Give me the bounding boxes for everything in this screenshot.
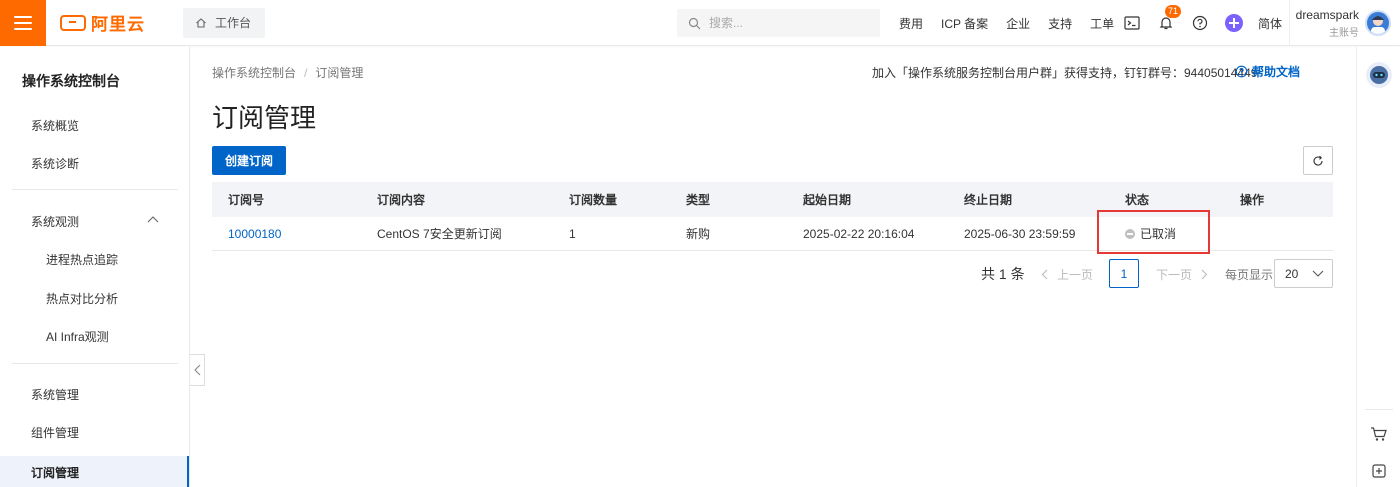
help-circle-icon[interactable] — [1190, 13, 1210, 33]
assistant-robot-icon[interactable] — [1366, 62, 1392, 88]
sidebar-item-manage[interactable]: 系统管理 — [31, 386, 79, 403]
sidebar-item-overview[interactable]: 系统概览 — [31, 117, 79, 134]
column-header: 订阅号 — [228, 193, 265, 207]
table-row: 10000180 CentOS 7安全更新订阅 1 新购 2025-02-22 … — [212, 217, 1333, 251]
status-badge: 已取消 — [1125, 217, 1176, 250]
create-subscription-button[interactable]: 创建订阅 — [212, 146, 286, 175]
pagination-next-label: 下一页 — [1156, 268, 1193, 282]
workbench-label: 工作台 — [215, 16, 252, 30]
brand-logo[interactable]: 阿里云 — [60, 10, 145, 35]
language-switch[interactable]: 简体 — [1258, 15, 1282, 32]
column-header: 操作 — [1240, 193, 1265, 207]
subscription-content: CentOS 7安全更新订阅 — [377, 227, 502, 241]
help-docs-label: 帮助文档 — [1252, 65, 1301, 79]
right-rail — [1356, 47, 1400, 487]
nav-enterprise[interactable]: 企业 — [1006, 15, 1030, 32]
chevron-down-icon — [1312, 270, 1324, 277]
hamburger-icon — [14, 15, 32, 18]
terminal-icon[interactable] — [1122, 13, 1142, 33]
nav-icp[interactable]: ICP 备案 — [941, 15, 988, 32]
pagination-prev-button[interactable]: 上一页 — [1041, 266, 1093, 283]
status-text: 已取消 — [1140, 227, 1177, 241]
brand-name: 阿里云 — [91, 15, 145, 34]
support-group-notice: 加入「操作系统服务控制台用户群」获得支持，钉钉群号：94405014449 — [872, 66, 1258, 80]
nav-billing[interactable]: 费用 — [899, 15, 923, 32]
column-header: 起始日期 — [803, 193, 852, 207]
sidebar-item-observe[interactable]: 系统观测 — [31, 213, 79, 230]
column-header: 状态 — [1125, 193, 1150, 207]
per-page-label: 每页显示 — [1225, 268, 1274, 282]
sidebar-item-components[interactable]: 组件管理 — [31, 424, 79, 441]
pagination-total: 共 1 条 — [981, 266, 1025, 282]
top-icon-group: 71 简体 — [1122, 0, 1282, 46]
column-header: 订阅数量 — [569, 193, 618, 207]
pagination-next-button[interactable]: 下一页 — [1156, 266, 1208, 283]
avatar — [1365, 10, 1391, 36]
subscription-type: 新购 — [686, 227, 711, 241]
breadcrumb: 操作系统控制台 / 订阅管理 — [212, 66, 364, 80]
chevron-left-icon — [1041, 269, 1048, 280]
ai-assistant-icon[interactable] — [1224, 13, 1244, 33]
page-title: 订阅管理 — [212, 103, 317, 133]
user-role: 主账号 — [1329, 27, 1359, 39]
nav-ticket[interactable]: 工单 — [1090, 15, 1114, 32]
sidebar-collapse-handle[interactable] — [190, 354, 205, 386]
subscription-end-date: 2025-06-30 23:59:59 — [964, 226, 1076, 241]
sidebar-item-diagnosis[interactable]: 系统诊断 — [31, 155, 79, 172]
subscription-quantity: 1 — [569, 226, 576, 241]
help-docs-link[interactable]: 帮助文档 — [1235, 63, 1300, 80]
user-account[interactable]: dreamspark 主账号 — [1289, 0, 1400, 46]
sidebar-divider — [12, 189, 178, 190]
sidebar-item-process-hotspot[interactable]: 进程热点追踪 — [46, 251, 118, 268]
feedback-icon[interactable] — [1370, 462, 1388, 483]
menu-button[interactable] — [0, 0, 46, 46]
column-header: 终止日期 — [964, 193, 1013, 207]
breadcrumb-current: 订阅管理 — [315, 66, 364, 80]
refresh-icon — [1313, 155, 1323, 166]
chevron-left-icon — [193, 364, 200, 376]
user-name: dreamspark — [1295, 7, 1359, 22]
refresh-button[interactable] — [1303, 146, 1333, 175]
breadcrumb-console[interactable]: 操作系统控制台 — [212, 66, 296, 80]
sidebar-divider — [12, 363, 178, 364]
sidebar-item-subscriptions[interactable]: 订阅管理 — [0, 456, 189, 487]
workbench-button[interactable]: 工作台 — [183, 7, 266, 38]
rail-divider — [1365, 409, 1393, 410]
home-icon — [196, 17, 206, 28]
notification-badge: 71 — [1165, 5, 1182, 18]
pagination-prev-label: 上一页 — [1057, 268, 1094, 282]
column-header: 订阅内容 — [377, 193, 426, 207]
subscription-id-link[interactable]: 10000180 — [228, 217, 281, 250]
search-input[interactable] — [709, 16, 869, 30]
pagination-page-1[interactable]: 1 — [1109, 259, 1139, 288]
column-header: 类型 — [686, 193, 711, 207]
sidebar: 操作系统控制台 系统概览 系统诊断 系统观测 进程热点追踪 热点对比分析 AI … — [0, 47, 190, 487]
search-icon — [688, 17, 701, 29]
aliyun-logo-icon — [60, 14, 86, 31]
per-page-value: 20 — [1285, 266, 1299, 281]
table-header: 订阅号 订阅内容 订阅数量 类型 起始日期 终止日期 状态 操作 — [212, 182, 1333, 217]
cart-icon[interactable] — [1370, 426, 1388, 445]
per-page-select[interactable]: 20 — [1274, 259, 1333, 288]
help-circle-icon — [1235, 65, 1248, 78]
chevron-up-icon[interactable] — [147, 215, 159, 223]
sidebar-item-subscriptions-label: 订阅管理 — [31, 466, 80, 480]
global-search[interactable] — [677, 9, 880, 37]
sidebar-title: 操作系统控制台 — [22, 73, 120, 89]
cancelled-status-icon — [1125, 228, 1135, 239]
subscription-start-date: 2025-02-22 20:16:04 — [803, 226, 915, 241]
bell-icon[interactable]: 71 — [1156, 5, 1182, 33]
nav-support[interactable]: 支持 — [1048, 15, 1072, 32]
sidebar-item-ai-infra[interactable]: AI Infra观测 — [46, 328, 109, 345]
top-nav-links: 费用 ICP 备案 企业 支持 工单 — [899, 0, 1114, 46]
chevron-right-icon — [1201, 269, 1208, 280]
sidebar-item-hotspot-compare[interactable]: 热点对比分析 — [46, 290, 118, 307]
subscription-table: 订阅号 订阅内容 订阅数量 类型 起始日期 终止日期 状态 操作 1000018… — [212, 182, 1333, 251]
